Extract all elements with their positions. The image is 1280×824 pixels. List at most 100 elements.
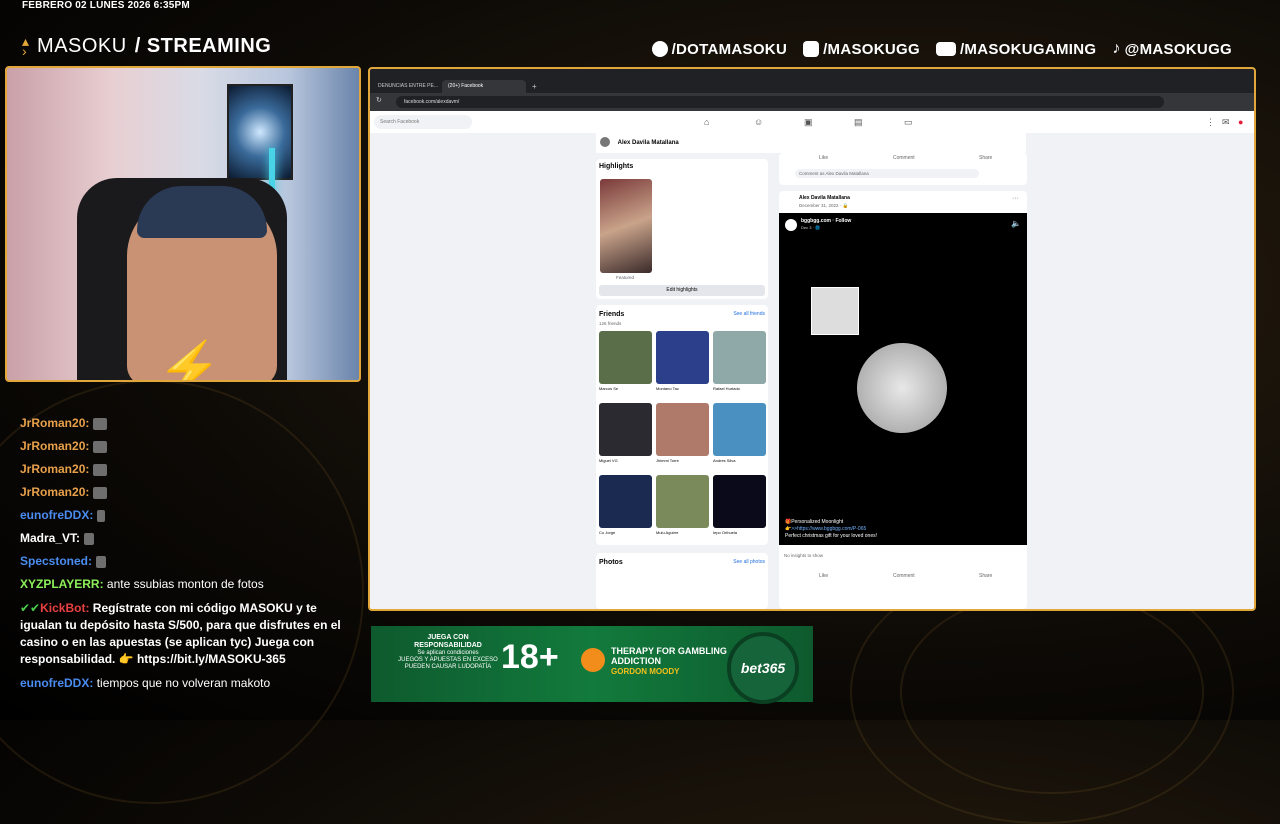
emote-icon (84, 532, 95, 545)
friend-name: Mulu Aguirre (656, 530, 679, 535)
age-restriction: 18+ (501, 638, 559, 676)
friend-photo (599, 331, 652, 384)
emote-icon (93, 463, 108, 476)
friends-card: Friends 126 friends See all friends Marc… (596, 305, 768, 545)
chat-message: Specstoned: (20, 550, 360, 573)
gaming-icon[interactable]: ▭ (904, 117, 914, 127)
social-label: @MASOKUGG (1124, 40, 1232, 58)
menu-icon[interactable]: ⋮ (1206, 117, 1216, 127)
facebook-navbar: Search Facebook ⌂ ☺ ▣ ▤ ▭ ⋮ ✉ ● (370, 111, 1254, 134)
friend-tile[interactable]: Mulu Aguirre (656, 475, 709, 535)
friend-name: Andres Silva (713, 458, 736, 463)
reload-icon[interactable]: ↻ (376, 96, 382, 104)
background-swirl (900, 590, 1204, 794)
resp-body: JUEGOS Y APUESTAS EN EXCESO PUEDEN CAUSA… (398, 657, 498, 670)
notifications-icon[interactable]: ● (1238, 117, 1248, 127)
friend-photo (599, 403, 652, 456)
wall-poster (227, 84, 293, 180)
friends-count: 126 friends (599, 321, 622, 326)
chat-user: JrRoman20: (20, 462, 90, 476)
friend-name: Marcos Se (599, 386, 619, 391)
chat-message: XYZPLAYERR: ante ssubias monton de fotos (20, 573, 360, 596)
url-field[interactable]: facebook.com/alexdavm/ (396, 96, 1164, 108)
chat-text: ante ssubias monton de fotos (106, 577, 264, 591)
post-date: December 31, 2022 · 🔒 (799, 203, 849, 208)
comment-input[interactable]: Comment as Alex Davila Matallana (795, 169, 979, 178)
sponsored-video[interactable]: bggbgg.com · Follow Dec 3 · 🌐 🔈 🎁Persona… (779, 213, 1027, 545)
date-time: FEBRERO 02 LUNES 2026 6:35PM (22, 0, 190, 11)
new-tab-button[interactable]: + (526, 80, 543, 93)
more-options-icon[interactable]: ··· (1012, 195, 1019, 202)
friend-tile[interactable]: Marcos Se (599, 331, 652, 391)
see-all-friends-link[interactable]: See all friends (733, 311, 765, 317)
responsible-gambling-notice: JUEGA CON RESPONSABILIDAD Se aplican con… (393, 634, 503, 671)
tab-denuncias[interactable]: DENUNCIAS ENTRE PE... (372, 80, 446, 93)
friend-tile[interactable]: Miguel VG (599, 403, 652, 463)
facebook-icon (651, 41, 668, 57)
highlight-label: Featured (616, 275, 635, 280)
resp-title: JUEGA CON RESPONSABILIDAD (414, 634, 482, 649)
stream-brand: ▴ › MASOKU / STREAMING (22, 34, 271, 58)
photo-thumbnail (811, 287, 859, 335)
messenger-icon[interactable]: ✉ (1222, 117, 1232, 127)
friend-tile[interactable]: Andres Silva (713, 403, 766, 463)
streamer-cap (137, 186, 267, 238)
volume-icon[interactable]: 🔈 (1011, 219, 1021, 228)
friend-name: Montano Tac (656, 386, 679, 391)
moon-lamp-image (844, 330, 960, 446)
ad-banner[interactable]: JUEGA CON RESPONSABILIDAD Se aplican con… (371, 626, 813, 704)
chat-message: ✔✔KickBot: Regístrate con mi código MASO… (20, 600, 360, 668)
like-button[interactable]: Like (819, 155, 828, 161)
emote-icon (96, 555, 107, 568)
video-link[interactable]: 👉>>https://www.bggbgg.com/P-065 (785, 526, 866, 532)
chat-message: JrRoman20: (20, 412, 360, 435)
watch-icon[interactable]: ▣ (804, 117, 814, 127)
highlight-thumbnail[interactable] (600, 179, 652, 273)
chat-user: XYZPLAYERR: (20, 577, 104, 591)
friends-icon[interactable]: ☺ (754, 117, 764, 127)
friend-tile[interactable]: Co Jorge (599, 475, 652, 535)
instagram-icon (803, 41, 820, 57)
friend-photo (713, 331, 766, 384)
chat-user: KickBot: (40, 601, 90, 615)
edit-highlights-button[interactable]: Edit highlights (599, 285, 765, 296)
tiktok-icon: ♪ (1112, 40, 1121, 57)
friend-photo (656, 331, 709, 384)
post-author: Alex Davila Matallana (799, 195, 850, 201)
share-button[interactable]: Share (979, 573, 992, 579)
emote-icon (93, 417, 108, 430)
resp-sub: Se aplican condiciones (417, 650, 479, 656)
photos-title: Photos (599, 559, 623, 566)
page-avatar (785, 219, 797, 231)
chat-user: eunofreDDX: (20, 676, 94, 690)
see-all-photos-link[interactable]: See all photos (733, 559, 765, 565)
chat-message: eunofreDDX: tiempos que no volveran mako… (20, 672, 360, 695)
emote-icon (93, 440, 108, 453)
social-tiktok: ♪ @MASOKUGG (1112, 40, 1232, 58)
chat-message: JrRoman20: (20, 481, 360, 504)
like-button[interactable]: Like (819, 573, 828, 579)
friends-title: Friends (599, 311, 625, 318)
facebook-content: Alex Davila Matallana Highlights Feature… (370, 133, 1254, 609)
friend-tile[interactable]: Montano Tac (656, 331, 709, 391)
home-icon[interactable]: ⌂ (704, 117, 714, 127)
chat-panel: JrRoman20: JrRoman20: JrRoman20: JrRoman… (20, 412, 360, 695)
marketplace-icon[interactable]: ▤ (854, 117, 864, 127)
address-bar: ↻ facebook.com/alexdavm/ (370, 93, 1254, 111)
friend-tile[interactable]: Iepo Orihuela (713, 475, 766, 535)
video-caption: Perfect christmas gift for your loved on… (785, 533, 877, 539)
social-instagram: /MASOKUGG (803, 41, 920, 58)
chat-message: eunofreDDX: (20, 504, 360, 527)
comment-button[interactable]: Comment (893, 155, 915, 161)
chat-user: Madra_VT: (20, 531, 81, 545)
comment-button[interactable]: Comment (893, 573, 915, 579)
friend-photo (713, 403, 766, 456)
tab-facebook[interactable]: (20+) Facebook (442, 80, 526, 93)
social-facebook: /DOTAMASOKU (651, 41, 788, 58)
search-input[interactable]: Search Facebook (374, 115, 472, 129)
friend-tile[interactable]: Jhimmi Torre (656, 403, 709, 463)
friend-tile[interactable]: Rafael Hurtado (713, 331, 766, 391)
share-button[interactable]: Share (979, 155, 992, 161)
channel-logo-icon: ⚡ (157, 340, 222, 382)
friend-name: Iepo Orihuela (713, 530, 738, 535)
